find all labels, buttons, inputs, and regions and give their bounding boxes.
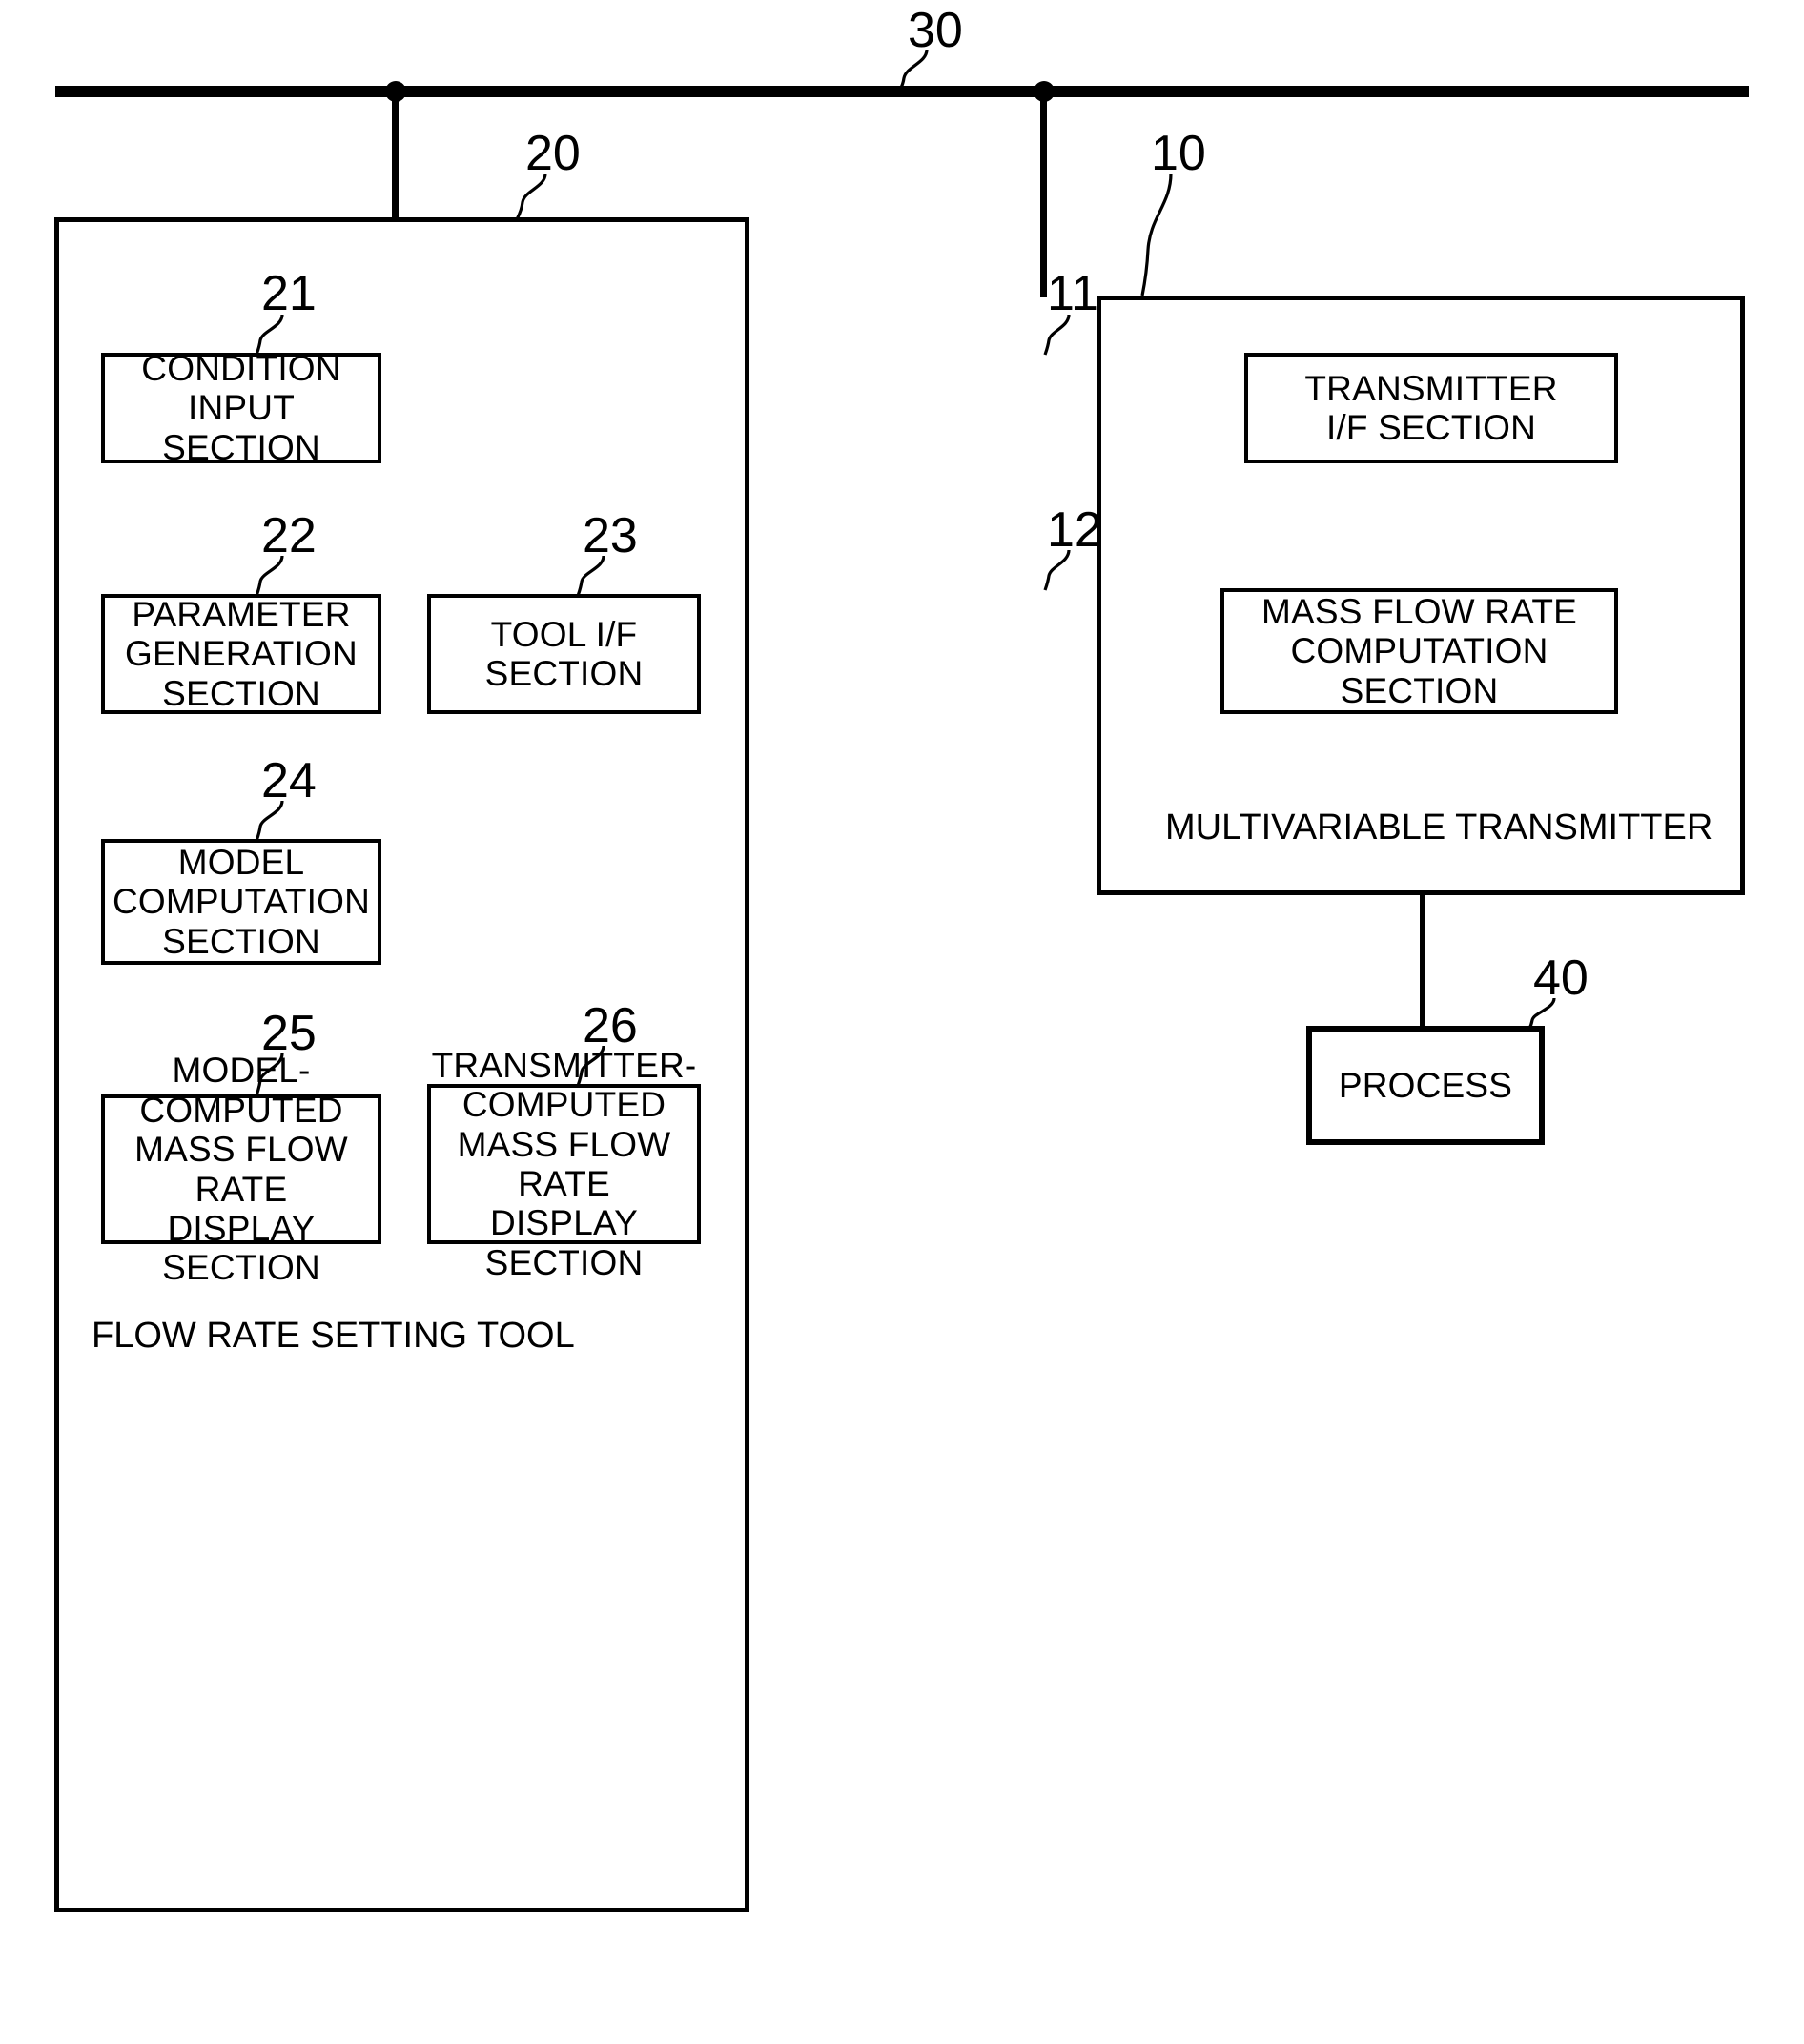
block-mass-flow-rate-computation-section[interactable]: MASS FLOW RATE COMPUTATION SECTION (1220, 588, 1618, 714)
ref-number-11: 11 (1047, 266, 1098, 321)
ref-number-10: 10 (1151, 126, 1206, 181)
leader-line-30 (896, 49, 929, 94)
block-transmitter-computed-display-section[interactable]: TRANSMITTER- COMPUTED MASS FLOW RATE DIS… (427, 1046, 701, 1282)
block-condition-input-section[interactable]: CONDITION INPUT SECTION (101, 349, 381, 467)
leader-line-40 (1527, 997, 1556, 1032)
ref-number-12: 12 (1047, 502, 1102, 558)
leader-line-26 (576, 1045, 605, 1087)
leader-line-21 (255, 314, 284, 356)
leader-line-10 (1140, 173, 1173, 296)
leader-line-22 (255, 555, 284, 597)
leader-line-11 (1043, 314, 1071, 356)
figure-canvas: 30 20 CONDITION INPUT SECTION 21 PARAMET… (0, 0, 1804, 2044)
block-mass-flow-rate-computation-section-label: MASS FLOW RATE COMPUTATION SECTION (1261, 591, 1578, 710)
bus-drop-line-transmitter (1040, 92, 1047, 297)
ref-number-30: 30 (908, 3, 963, 58)
block-process-label: PROCESS (1338, 1065, 1513, 1105)
block-tool-if-section[interactable]: TOOL I/F SECTION (427, 594, 701, 714)
block-tool-if-section-label: TOOL I/F SECTION (484, 614, 644, 693)
leader-line-23 (576, 555, 605, 597)
leader-line-12 (1043, 549, 1071, 591)
bus-drop-line-tool (392, 92, 399, 219)
ref-number-23: 23 (583, 508, 638, 563)
block-model-computed-display-section-label: MODEL-COMPUTED MASS FLOW RATE DISPLAY SE… (134, 1051, 348, 1288)
ref-number-40: 40 (1533, 950, 1589, 1006)
block-model-computation-section-label: MODEL COMPUTATION SECTION (112, 842, 371, 961)
block-transmitter-if-section-label: TRANSMITTER I/F SECTION (1304, 368, 1558, 447)
ref-number-24: 24 (261, 753, 317, 808)
block-process[interactable]: PROCESS (1306, 1026, 1545, 1145)
ref-number-26: 26 (583, 998, 638, 1053)
leader-line-25 (255, 1053, 284, 1096)
block-model-computation-section[interactable]: MODEL COMPUTATION SECTION (101, 839, 381, 965)
leader-line-20 (515, 173, 547, 220)
leader-line-24 (255, 800, 284, 842)
block-parameter-generation-section-label: PARAMETER GENERATION SECTION (125, 594, 358, 713)
transmitter-to-process-line (1420, 895, 1425, 1027)
ref-number-21: 21 (261, 266, 317, 321)
block-transmitter-if-section[interactable]: TRANSMITTER I/F SECTION (1244, 353, 1618, 463)
block-parameter-generation-section[interactable]: PARAMETER GENERATION SECTION (101, 594, 381, 714)
ref-number-20: 20 (525, 126, 581, 181)
block-model-computed-display-section[interactable]: MODEL-COMPUTED MASS FLOW RATE DISPLAY SE… (101, 1051, 381, 1287)
ref-number-22: 22 (261, 508, 317, 563)
ref-number-25: 25 (261, 1006, 317, 1061)
enclosure-caption-flow-rate-setting-tool: FLOW RATE SETTING TOOL (92, 1316, 575, 1356)
enclosure-caption-multivariable-transmitter: MULTIVARIABLE TRANSMITTER (1165, 807, 1713, 848)
block-condition-input-section-label: CONDITION INPUT SECTION (141, 348, 341, 467)
